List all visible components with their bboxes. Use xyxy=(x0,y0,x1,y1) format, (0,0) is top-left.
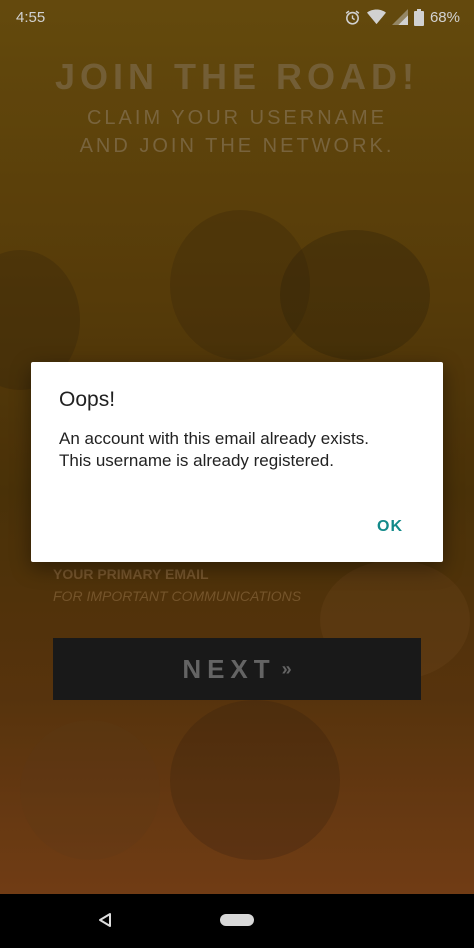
back-icon[interactable] xyxy=(98,912,112,933)
home-pill-icon[interactable] xyxy=(220,914,254,926)
dialog-message-line: An account with this email already exist… xyxy=(59,429,369,448)
dialog-message-line: This username is already registered. xyxy=(59,451,334,470)
dialog-message: An account with this email already exist… xyxy=(59,428,419,472)
error-dialog: Oops! An account with this email already… xyxy=(31,362,443,562)
dialog-title: Oops! xyxy=(59,388,116,411)
ok-button[interactable]: OK xyxy=(377,518,403,536)
